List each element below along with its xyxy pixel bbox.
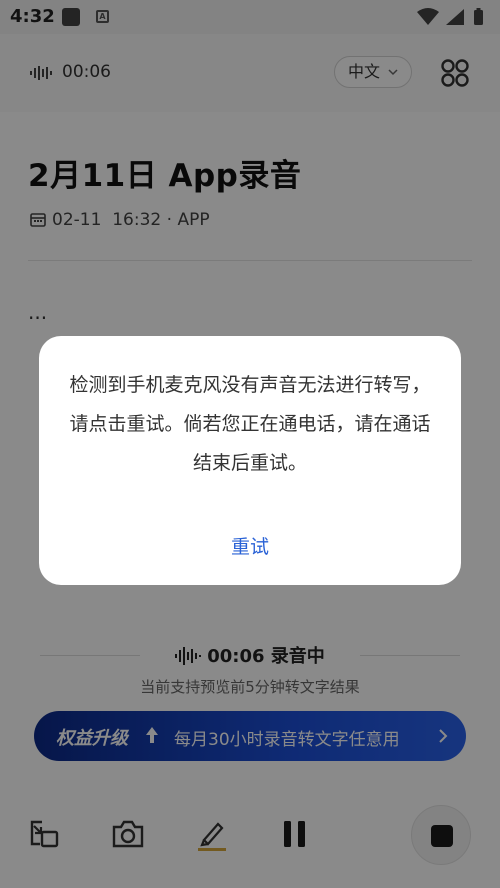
retry-button[interactable]: 重试 — [39, 532, 461, 559]
microphone-error-dialog: 检测到手机麦克风没有声音无法进行转写，请点击重试。倘若您正在通电话，请在通话结束… — [39, 336, 461, 585]
dialog-message: 检测到手机麦克风没有声音无法进行转写，请点击重试。倘若您正在通电话，请在通话结束… — [69, 374, 431, 474]
